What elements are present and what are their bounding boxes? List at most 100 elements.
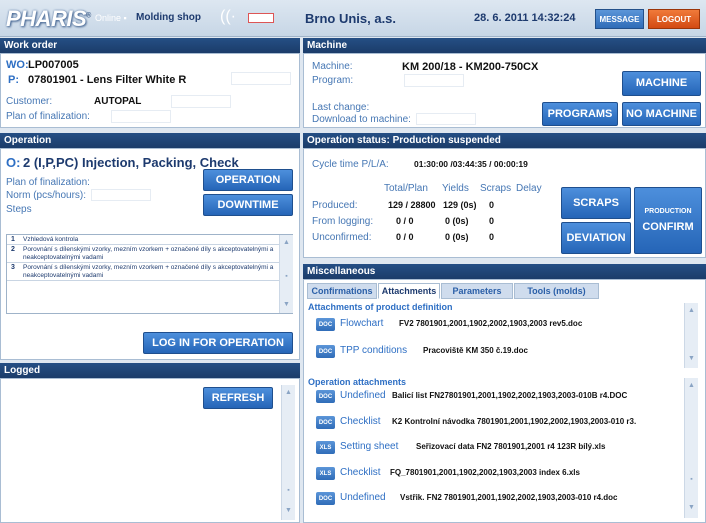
attachment-type[interactable]: Checklist xyxy=(340,467,381,478)
step-row: 1 Vzhledová kontrola xyxy=(7,235,280,245)
doc-icon[interactable]: DOC xyxy=(316,390,335,403)
online-status: Online ▪ xyxy=(95,13,127,23)
scroll-down-icon[interactable]: ▼ xyxy=(280,299,293,311)
plan-label: Plan of finalization: xyxy=(6,111,90,122)
no-machine-button[interactable]: NO MACHINE xyxy=(622,102,701,126)
scroll-up-icon[interactable]: ▲ xyxy=(685,380,698,392)
program-label: Program: xyxy=(312,75,354,86)
xls-icon[interactable]: XLS xyxy=(316,441,335,454)
doc-icon[interactable]: DOC xyxy=(316,345,335,358)
last-change-label: Last change: xyxy=(312,102,370,113)
programs-button[interactable]: PROGRAMS xyxy=(542,102,618,126)
attachment-type[interactable]: TPP conditions xyxy=(340,345,407,356)
production-confirm-button[interactable]: PRODUCTION CONFIRM xyxy=(634,187,702,254)
customer-value: AUTOPAL xyxy=(94,96,142,107)
scroll-down-icon[interactable]: ▼ xyxy=(282,505,295,517)
steps-scrollbar[interactable]: ▲ ▪ ▼ xyxy=(279,235,293,313)
downtime-button[interactable]: DOWNTIME xyxy=(203,194,293,216)
attachment-type[interactable]: Setting sheet xyxy=(340,441,398,452)
misc-header: Miscellaneous xyxy=(303,264,706,279)
company-name: Brno Unis, a.s. xyxy=(305,11,397,26)
operation-button[interactable]: OPERATION xyxy=(203,169,293,191)
scroll-thumb[interactable]: ▪ xyxy=(280,271,293,283)
attachment-file[interactable]: Vstřik. FN2 7801901,2001,1902,2002,1903,… xyxy=(400,493,618,502)
attachment-type[interactable]: Checklist xyxy=(340,416,381,427)
attachment-type[interactable]: Undefined xyxy=(340,492,386,503)
customer-field xyxy=(171,95,231,108)
flag-icon xyxy=(248,13,274,23)
attachment-file[interactable]: Balicí list FN27801901,2001,1902,2002,19… xyxy=(392,391,627,400)
message-button[interactable]: MESSAGE xyxy=(595,9,644,29)
doc-icon[interactable]: DOC xyxy=(316,318,335,331)
refresh-button[interactable]: REFRESH xyxy=(203,387,273,409)
col-yields: Yields xyxy=(442,183,469,194)
row-label: From logging: xyxy=(312,216,374,227)
logged-header: Logged xyxy=(0,363,300,378)
doc-icon[interactable]: DOC xyxy=(316,416,335,429)
col-total: Total/Plan xyxy=(384,183,428,194)
logged-panel: REFRESH ▲ ▪ ▼ xyxy=(0,378,300,523)
row-scraps: 0 xyxy=(489,216,495,226)
machine-button[interactable]: MACHINE xyxy=(622,71,701,96)
scroll-thumb[interactable]: ▪ xyxy=(685,474,698,486)
row-label: Produced: xyxy=(312,200,358,211)
customer-label: Customer: xyxy=(6,96,53,107)
download-label: Download to machine: xyxy=(312,114,411,125)
tab-attachments[interactable]: Attachments xyxy=(378,283,440,299)
top-bar: PHARIS® Online ▪ Molding shop ((· Brno U… xyxy=(0,0,706,37)
attachment-file[interactable]: K2 Kontrolní návodka 7801901,2001,1902,2… xyxy=(392,417,636,426)
steps-label: Steps xyxy=(6,204,32,215)
logout-button[interactable]: LOGOUT xyxy=(648,9,700,29)
status-header: Operation status: Production suspended xyxy=(303,133,706,148)
step-row: 3 Porovnání s dílenskými vzorky, mezním … xyxy=(7,263,280,281)
operation-title: 2 (I,P,PC) Injection, Packing, Check xyxy=(23,155,239,170)
tab-confirmations[interactable]: Confirmations xyxy=(307,283,377,299)
operation-attachments-title: Operation attachments xyxy=(308,377,407,387)
xls-icon[interactable]: XLS xyxy=(316,467,335,480)
doc-icon[interactable]: DOC xyxy=(316,492,335,505)
product-attachments-scrollbar[interactable]: ▲ ▼ xyxy=(684,303,698,368)
attachment-type[interactable]: Undefined xyxy=(340,390,386,401)
deviation-button[interactable]: DEVIATION xyxy=(561,222,631,254)
attachment-file[interactable]: Seřizovací data FN2 7801901,2001 r4 123R… xyxy=(416,442,605,451)
misc-panel xyxy=(303,279,706,523)
scroll-up-icon[interactable]: ▲ xyxy=(685,305,698,317)
signal-icon: ((· xyxy=(220,8,236,25)
machine-label: Machine: xyxy=(312,61,353,72)
col-scraps: Scraps xyxy=(480,183,512,194)
attachment-file[interactable]: FQ_7801901,2001,1902,2002,1903,2003 inde… xyxy=(390,468,580,477)
row-total: 0 / 0 xyxy=(396,216,414,226)
attachment-file[interactable]: FV2 7801901,2001,1902,2002,1903,2003 rev… xyxy=(399,319,582,328)
steps-list: 1 Vzhledová kontrola 2 Porovnání s dílen… xyxy=(6,234,293,314)
operation-prefix: O: xyxy=(6,155,21,170)
confirm-label: CONFIRM xyxy=(642,221,694,234)
norm-label: Norm (pcs/hours): xyxy=(6,190,87,201)
operation-attachments-scrollbar[interactable]: ▲ ▪ ▼ xyxy=(684,378,698,518)
tab-parameters[interactable]: Parameters xyxy=(441,283,513,299)
attachment-file[interactable]: Pracoviště KM 350 č.19.doc xyxy=(423,346,528,355)
machine-header: Machine xyxy=(303,38,706,53)
attachment-type[interactable]: Flowchart xyxy=(340,318,383,329)
norm-field xyxy=(91,189,151,201)
app-logo: PHARIS® xyxy=(6,6,91,31)
program-field xyxy=(404,74,464,87)
scraps-button[interactable]: SCRAPS xyxy=(561,187,631,219)
row-total: 0 / 0 xyxy=(396,232,414,242)
scroll-down-icon[interactable]: ▼ xyxy=(685,502,698,514)
scroll-down-icon[interactable]: ▼ xyxy=(685,353,698,365)
scroll-up-icon[interactable]: ▲ xyxy=(280,237,293,249)
col-delay: Delay xyxy=(516,183,542,194)
scroll-up-icon[interactable]: ▲ xyxy=(282,387,295,399)
row-total: 129 / 28800 xyxy=(388,200,436,210)
datetime: 28. 6. 2011 14:32:24 xyxy=(474,12,576,24)
plan-field xyxy=(111,110,171,123)
machine-panel: Machine: KM 200/18 - KM200-750CX Program… xyxy=(303,53,706,128)
logged-scrollbar[interactable]: ▲ ▪ ▼ xyxy=(281,385,295,520)
row-scraps: 0 xyxy=(489,200,495,210)
tab-tools[interactable]: Tools (molds) xyxy=(514,283,599,299)
p-label: P: xyxy=(8,74,19,86)
operation-header: Operation xyxy=(0,133,300,148)
machine-value: KM 200/18 - KM200-750CX xyxy=(402,61,539,73)
scroll-thumb[interactable]: ▪ xyxy=(282,485,295,497)
login-operation-button[interactable]: LOG IN FOR OPERATION xyxy=(143,332,293,354)
